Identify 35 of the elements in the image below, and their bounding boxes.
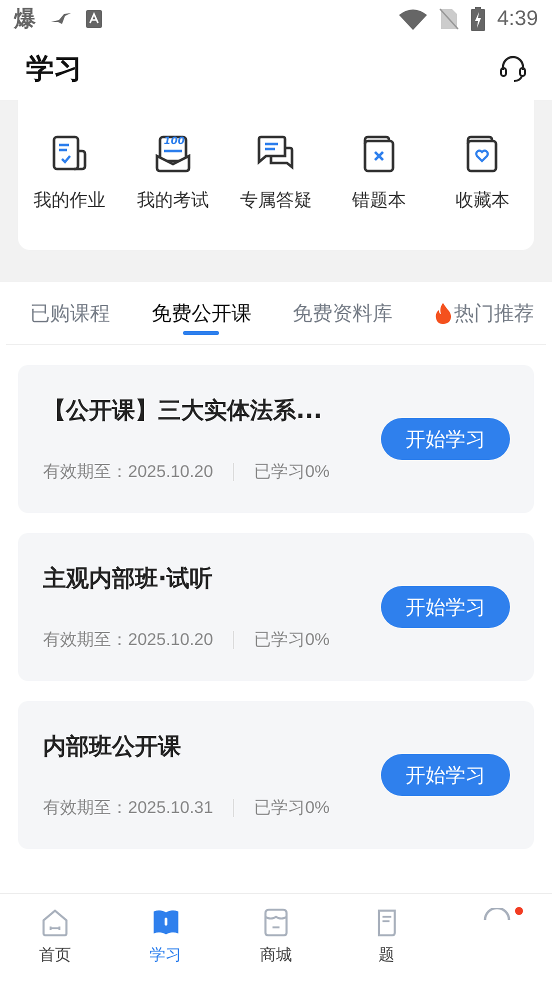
course-tab[interactable]: 已购课程 bbox=[30, 282, 110, 344]
validity-date: 有效期至：2025.10.20 bbox=[43, 461, 214, 483]
validity-date: 有效期至：2025.10.20 bbox=[43, 629, 214, 651]
course-title: 内部班公开课 bbox=[43, 733, 182, 762]
clock-time: 4:39 bbox=[497, 7, 538, 31]
nav-tab[interactable]: 学习 bbox=[110, 908, 221, 966]
start-learning-button[interactable]: 开始学习 bbox=[381, 586, 510, 628]
shortcut-button[interactable]: 我的作业 bbox=[18, 134, 122, 212]
course-tab[interactable]: 免费公开课 bbox=[151, 282, 252, 344]
start-learning-button[interactable]: 开始学习 bbox=[381, 418, 510, 460]
score-label: 100 bbox=[164, 136, 185, 147]
no-sim-icon bbox=[439, 8, 460, 30]
shortcut-button[interactable]: 专属答疑 bbox=[224, 134, 328, 212]
nav-tab[interactable]: 题 bbox=[331, 908, 442, 966]
exam-paper-icon bbox=[152, 134, 193, 174]
keyboard-app-icon bbox=[86, 10, 102, 28]
course-tab[interactable]: 热门推荐 bbox=[434, 282, 534, 344]
shortcut-button[interactable]: 100 我的考试 bbox=[121, 134, 224, 212]
customer-service-button[interactable] bbox=[498, 54, 528, 84]
course-tab[interactable]: 免费资料库 bbox=[292, 282, 393, 344]
validity-date: 有效期至：2025.10.31 bbox=[43, 797, 214, 819]
nav-tab[interactable]: 首页 bbox=[0, 908, 110, 966]
wifi-icon bbox=[399, 8, 428, 30]
app-notification-glyph: 爆 bbox=[14, 6, 36, 34]
arc-icon bbox=[482, 908, 511, 921]
battery-icon bbox=[471, 7, 486, 31]
nav-tab[interactable]: 商城 bbox=[220, 908, 332, 966]
shortcut-button[interactable]: 错题本 bbox=[328, 134, 431, 212]
course-title: 主观内部班·试听 bbox=[43, 565, 214, 594]
bird-icon bbox=[50, 12, 72, 26]
page-title: 学习 bbox=[26, 51, 82, 87]
start-learning-button[interactable]: 开始学习 bbox=[381, 754, 510, 796]
headset-icon bbox=[498, 54, 528, 84]
course-title: 【公开课】三大实体法系... bbox=[43, 397, 324, 426]
shortcut-button[interactable]: 收藏本 bbox=[430, 134, 534, 212]
